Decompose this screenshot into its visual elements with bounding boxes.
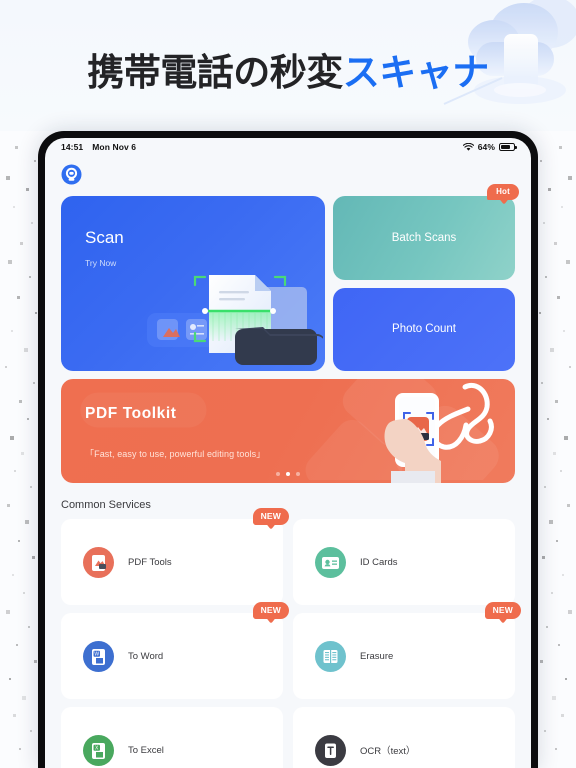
document-scan-illustration xyxy=(147,275,323,365)
new-badge: NEW xyxy=(484,602,521,619)
service-label: ID Cards xyxy=(360,556,398,568)
status-date: Mon Nov 6 xyxy=(92,142,137,152)
id-card-icon xyxy=(315,546,346,578)
banner-subtitle: 「Fast, easy to use, powerful editing too… xyxy=(85,449,266,459)
status-bar: 14:51 Mon Nov 6 64% xyxy=(45,138,531,156)
service-item-pdf-tools[interactable]: NEW PDF Tools xyxy=(61,508,289,605)
service-label: Erasure xyxy=(360,650,394,662)
carousel-dot-2[interactable] xyxy=(296,471,301,476)
promo-header: 携帯電話の秒変スキャナ xyxy=(0,0,576,131)
photo-count-card[interactable]: Photo Count xyxy=(333,287,515,371)
wifi-icon xyxy=(462,142,474,151)
headline-accent: スキャナ xyxy=(342,52,490,93)
new-badge: NEW xyxy=(252,508,289,525)
service-item-to-word[interactable]: NEW W To Word xyxy=(61,602,289,699)
new-badge: NEW xyxy=(252,602,289,619)
hot-badge: Hot xyxy=(487,184,519,200)
ocr-text-icon xyxy=(315,734,346,766)
service-item-id-cards[interactable]: ID Cards xyxy=(293,519,515,605)
battery-icon xyxy=(499,143,517,151)
erasure-icon xyxy=(315,640,346,672)
pdf-toolkit-banner[interactable]: PDF Toolkit 「Fast, easy to use, powerful… xyxy=(61,379,515,483)
batch-scans-card[interactable]: Hot Batch Scans xyxy=(333,184,519,280)
page-title: 携帯電話の秒変スキャナ xyxy=(0,42,576,96)
pdf-file-icon xyxy=(83,546,114,578)
device-frame: 14:51 Mon Nov 6 64% Scan Try Now Hot Bat… xyxy=(38,131,538,768)
status-time: 14:51 xyxy=(61,142,84,152)
scan-card-title: Scan xyxy=(85,228,124,247)
service-item-to-excel[interactable]: X To Excel xyxy=(61,707,283,768)
excel-file-icon: X xyxy=(83,734,114,766)
carousel-dot-0[interactable] xyxy=(275,471,280,476)
right-card-column: Hot Batch Scans Photo Count xyxy=(333,184,519,371)
common-services-grid: NEW PDF Tools ID Cards NEW W To Word NEW… xyxy=(45,508,531,768)
app-screen: 14:51 Mon Nov 6 64% Scan Try Now Hot Bat… xyxy=(45,138,531,768)
battery-percent-label: 64% xyxy=(477,142,495,152)
service-label: PDF Tools xyxy=(128,556,172,568)
batch-scans-label: Batch Scans xyxy=(391,231,457,244)
photo-count-label: Photo Count xyxy=(392,323,456,336)
feature-card-grid: Scan Try Now Hot Batch Scans Photo Count xyxy=(45,184,531,371)
scan-card[interactable]: Scan Try Now xyxy=(61,196,325,371)
headline-main: 携帯電話の秒変 xyxy=(87,52,343,93)
app-logo-icon xyxy=(61,164,82,185)
app-logo[interactable] xyxy=(45,156,531,196)
carousel-dot-1[interactable] xyxy=(285,471,291,476)
banner-carousel-dots[interactable] xyxy=(61,471,515,476)
banner-title: PDF Toolkit xyxy=(85,405,177,422)
service-label: OCR（text） xyxy=(360,746,416,757)
word-file-icon: W xyxy=(83,640,114,672)
scan-card-subtitle: Try Now xyxy=(85,258,117,268)
hand-holding-phone-pdf-illustration xyxy=(384,383,494,483)
service-item-ocr-text[interactable]: OCR（text） xyxy=(293,707,515,768)
common-services-heading: Common Services xyxy=(61,499,151,511)
service-item-erasure[interactable]: NEW Erasure xyxy=(293,602,521,699)
service-label: To Excel xyxy=(128,744,164,756)
service-label: To Word xyxy=(128,650,164,662)
svg-text:W: W xyxy=(94,651,99,657)
